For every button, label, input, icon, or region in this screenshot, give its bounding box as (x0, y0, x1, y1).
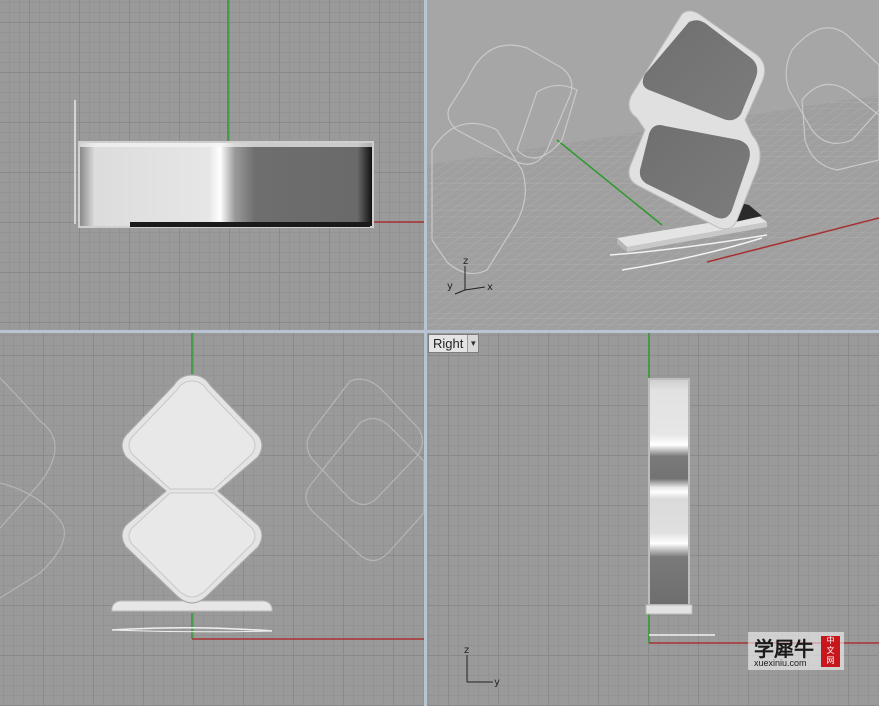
top-view-geometry (74, 0, 424, 228)
viewport-perspective[interactable]: z x y (427, 0, 879, 330)
viewport-title: Right (433, 336, 464, 351)
gizmo-z-label: z (463, 256, 468, 267)
gizmo-z-label: z (464, 645, 469, 656)
gizmo-x-label: x (487, 282, 493, 293)
front-view-geometry (0, 333, 424, 640)
perspective-view-geometry: z x y (427, 10, 879, 330)
axis-gizmo (466, 655, 493, 683)
chevron-down-icon[interactable]: ▼ (467, 335, 479, 352)
gizmo-y-label: y (447, 281, 453, 292)
panel-shadow-edge (130, 222, 370, 227)
watermark-seal: 中 文 网 (821, 636, 840, 667)
panel-top-surface (80, 143, 372, 226)
viewport-top[interactable] (0, 0, 424, 330)
gizmo-y-label: y (494, 677, 500, 688)
viewport-front[interactable] (0, 333, 424, 706)
stand-base (645, 604, 693, 615)
viewport-label-right[interactable]: Right ▼ (428, 334, 480, 353)
watermark-site: xuexiniu.com (754, 658, 807, 668)
watermark-logo: 学犀牛 xuexiniu.com 中 文 网 (748, 632, 844, 670)
sign-edge (650, 380, 688, 604)
